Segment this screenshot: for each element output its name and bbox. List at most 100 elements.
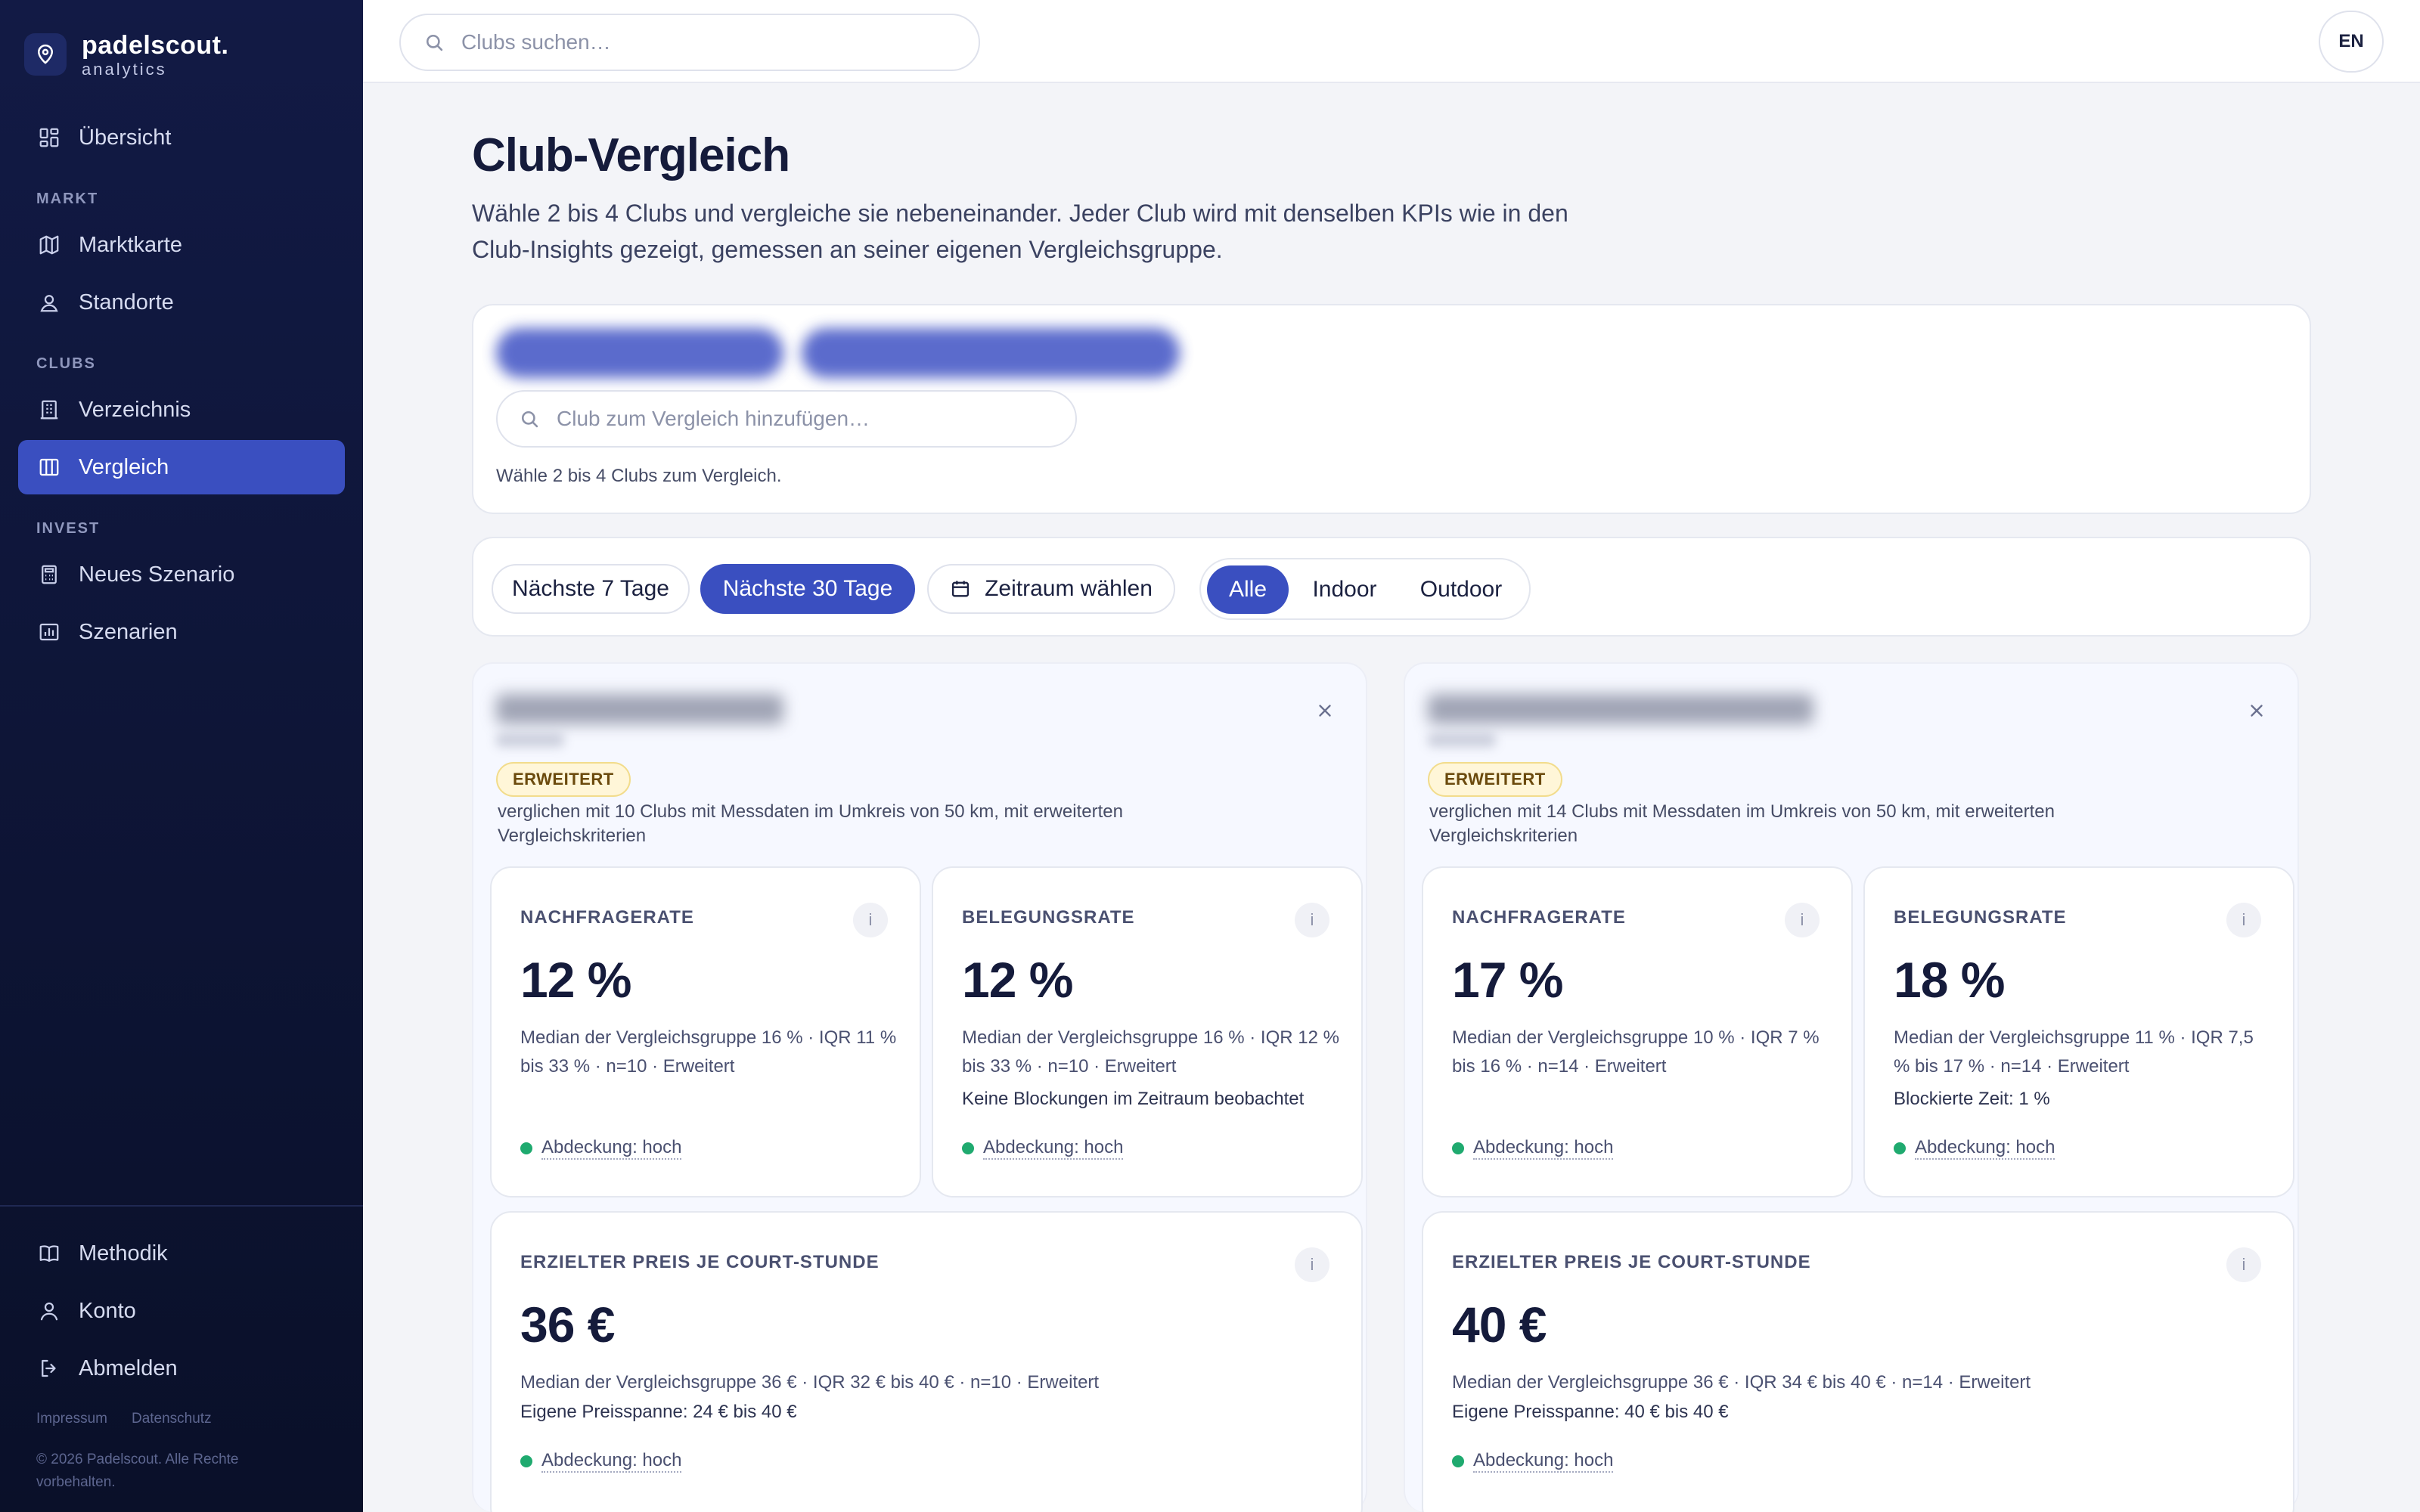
type-all[interactable]: Alle [1207,565,1289,614]
kpi-value: 18 % [1894,952,2005,1008]
selected-club-chip[interactable] [802,328,1180,378]
search-icon [521,411,538,428]
nav-item-konto[interactable]: Konto [18,1284,345,1338]
add-club-input[interactable] [557,407,1056,431]
kpi-card-demand: NACHFRAGERATE i 17 % Median der Vergleic… [1422,866,1853,1198]
nav-item-label: Übersicht [79,125,172,150]
type-indoor[interactable]: Indoor [1293,565,1396,614]
club-location [496,733,564,747]
kpi-median: Median der Vergleichsgruppe 16 % · IQR 1… [520,1027,897,1077]
impressum-link[interactable]: Impressum [36,1411,107,1427]
kpi-label: BELEGUNGSRATE [962,907,1135,928]
calculator-icon [42,565,57,584]
range-next-30-days[interactable]: Nächste 30 Tage [700,564,915,614]
coverage-dot [962,1142,974,1154]
info-icon[interactable]: i [2226,903,2261,937]
nav-item-szenarien[interactable]: Szenarien [18,605,345,659]
coverage-dot [1894,1142,1906,1154]
club-location [1428,733,1496,747]
coverage-label[interactable]: Abdeckung: hoch [1915,1137,2055,1160]
kpi-median: Median der Vergleichsgruppe 11 % · IQR 7… [1894,1027,2254,1077]
nav-item-overview[interactable]: Übersicht [18,110,345,165]
nav-item-label: Vergleich [79,454,169,479]
kpi-value: 40 € [1452,1297,1547,1352]
coverage-indicator: Abdeckung: hoch [1452,1137,1614,1160]
coverage-indicator: Abdeckung: hoch [520,1450,682,1473]
info-icon[interactable]: i [1785,903,1820,937]
coverage-label[interactable]: Abdeckung: hoch [1473,1450,1614,1473]
court-type-toggle: Alle Indoor Outdoor [1199,558,1531,620]
close-icon [1319,705,1331,717]
coverage-label[interactable]: Abdeckung: hoch [1473,1137,1614,1160]
coverage-dot [1452,1455,1464,1467]
info-icon[interactable]: i [2226,1247,2261,1282]
coverage-dot [520,1455,532,1467]
kpi-note: Blockierte Zeit: 1 % [1894,1089,2050,1109]
custom-range-button[interactable]: Zeitraum wählen [927,564,1175,614]
nav-item-verzeichnis[interactable]: Verzeichnis [18,383,345,437]
coverage-label[interactable]: Abdeckung: hoch [983,1137,1124,1160]
add-club-search[interactable] [496,390,1077,448]
type-outdoor[interactable]: Outdoor [1401,565,1522,614]
nav-item-methodik[interactable]: Methodik [18,1226,345,1281]
info-icon[interactable]: i [853,903,888,937]
datenschutz-link[interactable]: Datenschutz [132,1411,212,1427]
nav-item-label: Marktkarte [79,232,182,257]
nav-item-label: Abmelden [79,1356,178,1380]
custom-range-label: Zeitraum wählen [985,576,1153,601]
coverage-indicator: Abdeckung: hoch [1452,1450,1614,1473]
kpi-label: BELEGUNGSRATE [1894,907,2067,928]
range-next-7-days[interactable]: Nächste 7 Tage [492,564,690,614]
legal-links: Impressum Datenschutz [36,1411,212,1427]
section-clubs: CLUBS [36,355,96,372]
kpi-card-occupancy: BELEGUNGSRATE i 18 % Median der Vergleic… [1863,866,2294,1198]
club-picker: Wähle 2 bis 4 Clubs zum Vergleich. [472,304,2311,514]
kpi-label: ERZIELTER PREIS JE COURT-STUNDE [520,1252,880,1272]
coverage-indicator: Abdeckung: hoch [962,1137,1124,1160]
coverage-label[interactable]: Abdeckung: hoch [541,1137,682,1160]
kpi-median: Median der Vergleichsgruppe 16 % · IQR 1… [962,1027,1339,1077]
club-search-input[interactable] [461,30,945,54]
kpi-card-price: ERZIELTER PREIS JE COURT-STUNDE i 36 € M… [490,1211,1363,1512]
copyright: © 2026 Padelscout. Alle Rechte vorbehalt… [36,1452,239,1490]
nav-item-marktkarte[interactable]: Marktkarte [18,218,345,272]
info-icon[interactable]: i [1295,1247,1329,1282]
nav-item-label: Neues Szenario [79,562,235,587]
dashboard-icon [39,128,59,147]
kpi-card-demand: NACHFRAGERATE i 12 % Median der Vergleic… [490,866,921,1198]
comparison-badge: ERWEITERT [496,762,631,797]
section-invest: INVEST [36,520,101,537]
coverage-dot [1452,1142,1464,1154]
kpi-median: Median der Vergleichsgruppe 36 € · IQR 3… [520,1372,1100,1393]
nav-item-vergleich[interactable]: Vergleich [18,440,345,494]
page-title: Club-Vergleich [472,129,790,181]
info-icon[interactable]: i [1295,903,1329,937]
brand[interactable]: padelscout. analytics [24,30,228,79]
brand-subtitle: analytics [82,60,167,79]
nav-item-label: Methodik [79,1241,168,1266]
kpi-median: Median der Vergleichsgruppe 10 % · IQR 7… [1452,1027,1820,1077]
remove-club-button[interactable] [1311,697,1339,724]
kpi-card-occupancy: BELEGUNGSRATE i 12 % Median der Vergleic… [932,866,1363,1198]
kpi-label: NACHFRAGERATE [1452,907,1626,928]
nav-item-abmelden[interactable]: Abmelden [18,1341,345,1396]
club-column: ERWEITERT verglichen mit 14 Clubs mit Me… [1404,662,2299,1512]
book-icon [39,1245,59,1263]
remove-club-button[interactable] [2243,697,2270,724]
user-icon [40,1302,58,1321]
location-user-icon [40,295,58,312]
coverage-label[interactable]: Abdeckung: hoch [541,1450,682,1473]
coverage-indicator: Abdeckung: hoch [520,1137,682,1160]
nav-item-neues-szenario[interactable]: Neues Szenario [18,547,345,602]
kpi-price-range: Eigene Preisspanne: 24 € bis 40 € [520,1402,797,1422]
calendar-icon [952,581,970,597]
logout-icon [42,1359,56,1377]
language-toggle[interactable]: EN [2319,11,2384,73]
nav-item-label: Konto [79,1298,136,1323]
nav-item-standorte[interactable]: Standorte [18,275,345,330]
club-search[interactable] [399,14,980,71]
page-description: Wähle 2 bis 4 Clubs und vergleiche sie n… [472,200,1568,263]
coverage-indicator: Abdeckung: hoch [1894,1137,2055,1160]
selected-club-chip[interactable] [496,328,783,378]
club-name [496,694,783,724]
